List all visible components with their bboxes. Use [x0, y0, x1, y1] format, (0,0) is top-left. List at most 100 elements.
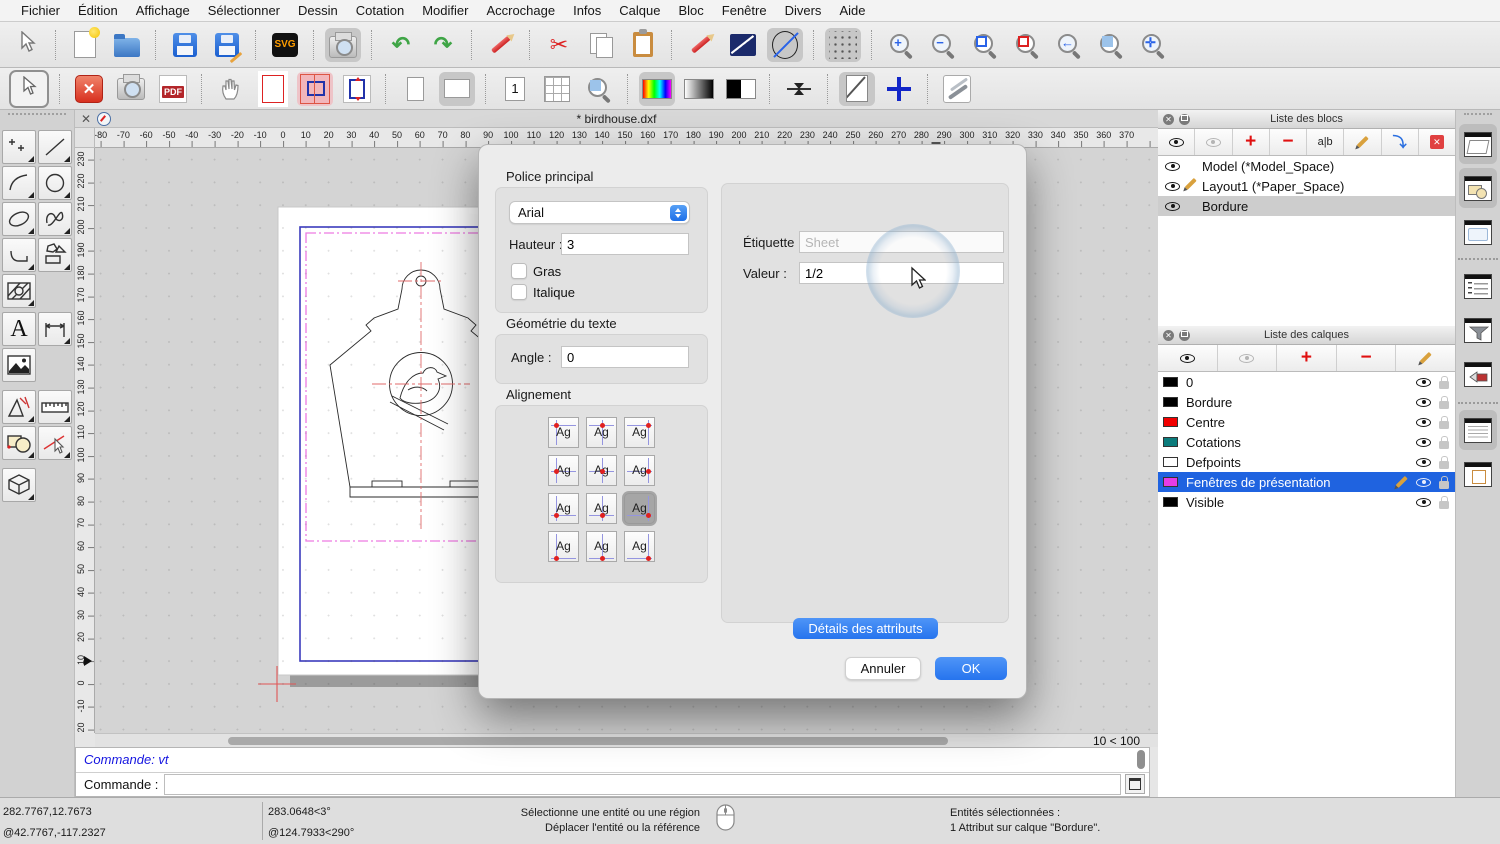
- close-panel-icon[interactable]: ✕: [1163, 329, 1174, 341]
- line-tool-button[interactable]: [38, 130, 72, 164]
- redo-button[interactable]: ↷: [425, 28, 461, 62]
- remove-block-button[interactable]: [1270, 129, 1307, 155]
- point-tool-button[interactable]: [2, 130, 36, 164]
- command-history[interactable]: Commande: vt: [76, 748, 1149, 773]
- selection-pointer-button[interactable]: [9, 69, 49, 108]
- dimension-tool-button[interactable]: [38, 312, 72, 346]
- grayscale-button[interactable]: [681, 72, 717, 106]
- line-settings-button[interactable]: [725, 28, 761, 62]
- move-paper-button[interactable]: [213, 72, 249, 106]
- sidebar-selection-filter-icon[interactable]: [1459, 310, 1497, 350]
- svg-export-button[interactable]: SVG: [267, 28, 303, 62]
- sidebar-library-icon[interactable]: [1459, 354, 1497, 394]
- layer-color-swatch[interactable]: [1163, 377, 1178, 387]
- align-top-right-button[interactable]: Ag: [624, 417, 655, 448]
- layer-row-selected[interactable]: Fenêtres de présentation: [1158, 472, 1455, 492]
- measure-tool-button[interactable]: [38, 390, 72, 424]
- save-button[interactable]: [167, 28, 203, 62]
- circle-tool-button[interactable]: [38, 166, 72, 200]
- detach-console-button[interactable]: [1125, 774, 1145, 794]
- menu-selectionner[interactable]: Sélectionner: [199, 3, 289, 18]
- solid-3d-tool-button[interactable]: [2, 468, 36, 502]
- menu-aide[interactable]: Aide: [830, 3, 874, 18]
- float-panel-icon[interactable]: [1179, 329, 1190, 341]
- zoom-selection-button[interactable]: [1009, 28, 1045, 62]
- lock-icon[interactable]: [1439, 455, 1449, 469]
- draw-text-button[interactable]: [683, 28, 719, 62]
- ok-button[interactable]: OK: [935, 657, 1007, 680]
- pdf-export-button[interactable]: PDF: [155, 72, 191, 106]
- height-input[interactable]: [561, 233, 689, 255]
- close-panel-icon[interactable]: ✕: [1163, 113, 1174, 125]
- layer-color-swatch[interactable]: [1163, 457, 1178, 467]
- eye-icon[interactable]: [1416, 417, 1431, 427]
- pencil-icon[interactable]: [1395, 476, 1408, 488]
- eye-icon[interactable]: [1165, 201, 1180, 211]
- align-top-center-button[interactable]: Ag: [586, 417, 617, 448]
- edit-layer-button[interactable]: [1396, 345, 1455, 371]
- align-middle-center-button[interactable]: Ag: [586, 455, 617, 486]
- align-bottom-right-button[interactable]: Ag: [624, 531, 655, 562]
- cancel-button[interactable]: Annuler: [845, 657, 921, 680]
- cut-button[interactable]: ✂: [541, 28, 577, 62]
- zoom-window-button[interactable]: [1093, 28, 1129, 62]
- spline-tool-button[interactable]: [38, 202, 72, 236]
- shapes-tool-button[interactable]: [38, 238, 72, 272]
- single-page-button[interactable]: 1: [497, 72, 533, 106]
- sidebar-layers-icon[interactable]: [1459, 168, 1497, 208]
- history-scrollbar[interactable]: [1137, 750, 1145, 769]
- multi-page-button[interactable]: [539, 72, 575, 106]
- modify-tool-button[interactable]: [2, 426, 36, 460]
- sidebar-clipboard-icon[interactable]: [1459, 454, 1497, 494]
- layer-row[interactable]: Visible: [1158, 492, 1455, 512]
- add-layer-button[interactable]: [1277, 345, 1337, 371]
- layer-color-swatch[interactable]: [1163, 417, 1178, 427]
- zoom-in-button[interactable]: +: [883, 28, 919, 62]
- italic-checkbox[interactable]: Italique: [511, 284, 575, 300]
- layer-color-swatch[interactable]: [1163, 397, 1178, 407]
- horizontal-scrollbar[interactable]: [228, 737, 948, 745]
- lock-icon[interactable]: [1439, 395, 1449, 409]
- hide-all-blocks-button[interactable]: [1195, 129, 1233, 155]
- menu-divers[interactable]: Divers: [776, 3, 831, 18]
- black-white-button[interactable]: [723, 72, 759, 106]
- bold-checkbox[interactable]: Gras: [511, 263, 561, 279]
- draft-view-button[interactable]: [839, 71, 875, 106]
- float-panel-icon[interactable]: [1179, 113, 1190, 125]
- sidebar-viewport-icon[interactable]: [1459, 212, 1497, 252]
- menu-bloc[interactable]: Bloc: [669, 3, 712, 18]
- attribute-details-button[interactable]: Détails des attributs: [793, 618, 938, 639]
- menu-dessin[interactable]: Dessin: [289, 3, 347, 18]
- lock-icon[interactable]: [1439, 435, 1449, 449]
- settings-button[interactable]: [939, 72, 975, 106]
- menu-affichage[interactable]: Affichage: [127, 3, 199, 18]
- add-block-button[interactable]: [1233, 129, 1270, 155]
- align-top-left-button[interactable]: Ag: [548, 417, 579, 448]
- eye-icon[interactable]: [1416, 457, 1431, 467]
- layer-color-swatch[interactable]: [1163, 497, 1178, 507]
- lock-icon[interactable]: [1439, 495, 1449, 509]
- align-base-center-button[interactable]: Ag: [586, 493, 617, 524]
- strip-grip[interactable]: [1464, 113, 1492, 123]
- open-file-button[interactable]: [109, 28, 145, 62]
- show-all-blocks-button[interactable]: [1158, 129, 1196, 155]
- lock-icon[interactable]: [1439, 375, 1449, 389]
- rename-block-button[interactable]: a|b: [1307, 129, 1345, 155]
- align-middle-left-button[interactable]: Ag: [548, 455, 579, 486]
- insert-block-button[interactable]: ⤵: [1382, 129, 1419, 155]
- image-tool-button[interactable]: [2, 348, 36, 382]
- draft-mode-button[interactable]: [767, 27, 803, 62]
- palette-grip[interactable]: [8, 113, 66, 123]
- arc-tool-button[interactable]: [2, 166, 36, 200]
- text-tool-button[interactable]: A: [2, 312, 36, 346]
- crosshair-button[interactable]: [881, 72, 917, 106]
- menu-modifier[interactable]: Modifier: [413, 3, 477, 18]
- portrait-page-button[interactable]: [397, 72, 433, 106]
- select-tool-button[interactable]: [9, 28, 45, 62]
- eye-icon[interactable]: [1416, 437, 1431, 447]
- layer-row[interactable]: Bordure: [1158, 392, 1455, 412]
- eye-icon[interactable]: [1416, 477, 1431, 487]
- polyline-tool-button[interactable]: [2, 238, 36, 272]
- block-row[interactable]: Layout1 (*Paper_Space): [1158, 176, 1455, 196]
- grid-toggle-button[interactable]: [825, 27, 861, 62]
